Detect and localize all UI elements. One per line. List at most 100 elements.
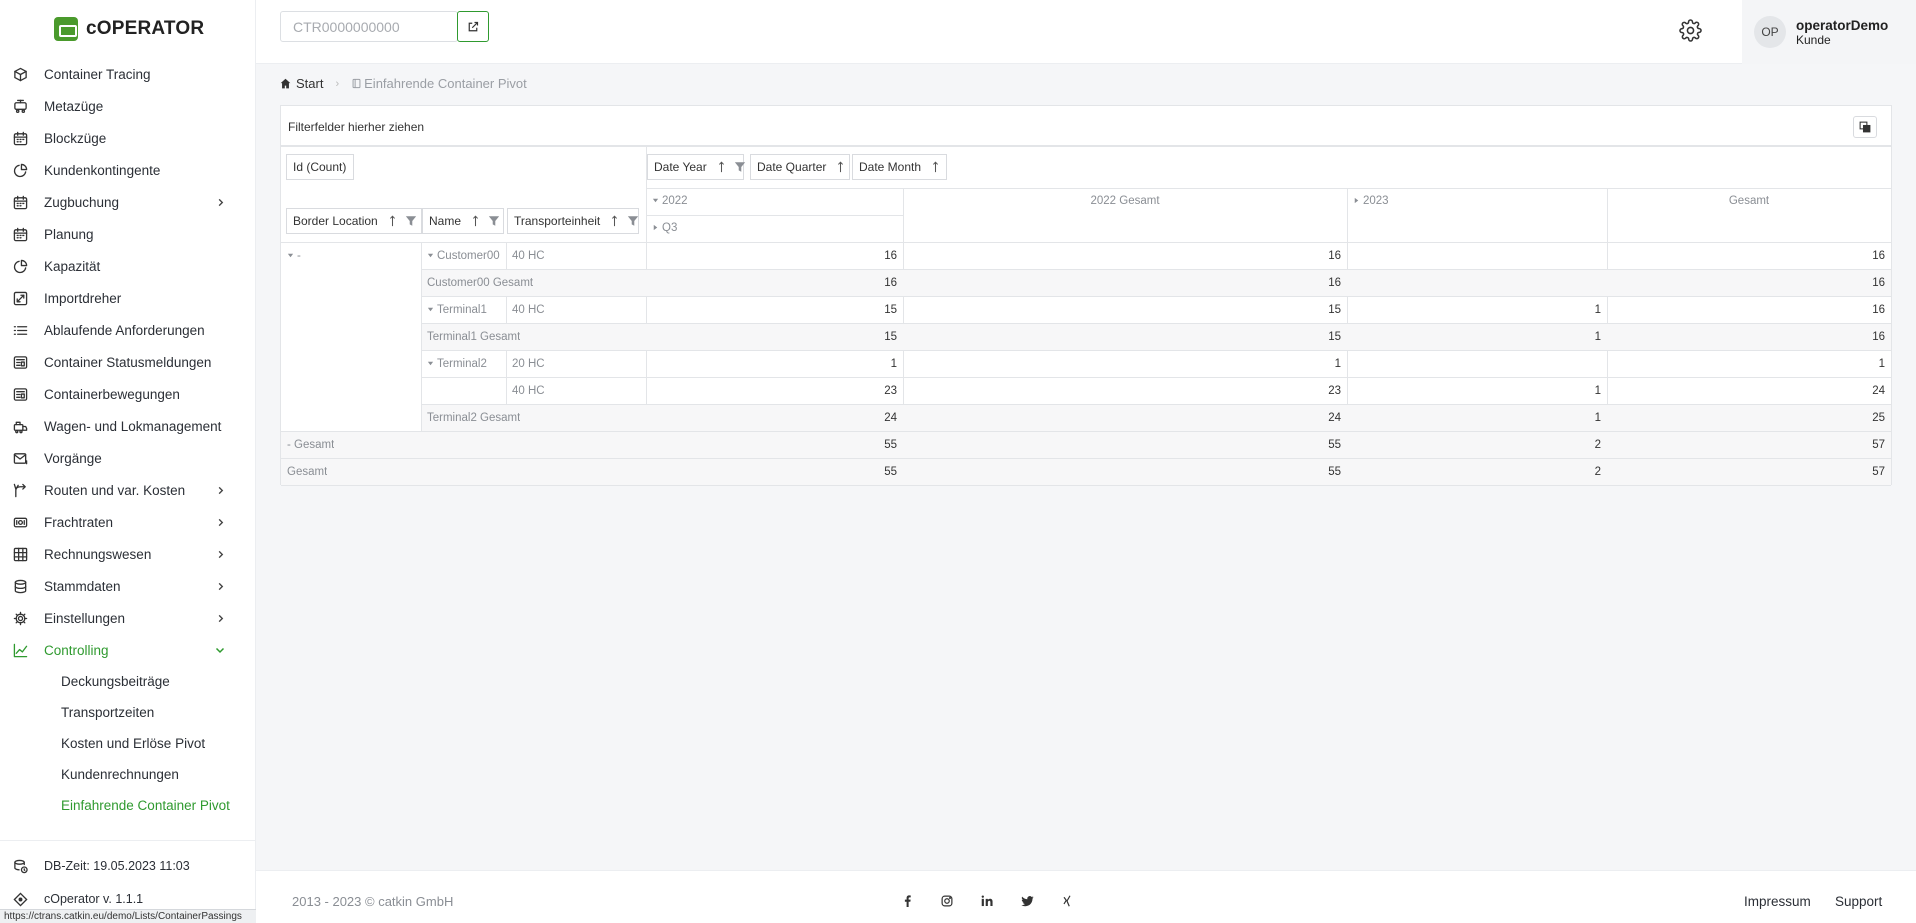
user-menu[interactable]: OP operatorDemo Kunde [1742,0,1916,64]
sidebar-item-metazüge[interactable]: Metazüge [0,90,255,122]
data-cell[interactable]: 15 [903,331,1347,343]
data-cell[interactable]: 25 [1607,412,1891,424]
sidebar-item-rechnungswesen[interactable]: Rechnungswesen [0,538,255,570]
data-cell[interactable]: 2 [1347,466,1607,478]
field-chooser-button[interactable] [1853,116,1877,138]
data-cell[interactable]: 16 [1607,277,1891,289]
filter-icon[interactable] [622,215,639,227]
grid-icon [12,546,28,562]
data-cell[interactable]: 23 [903,385,1347,397]
column-field-date-month[interactable]: Date Month [852,154,947,180]
sidebar-item-vorgänge[interactable]: Vorgänge [0,442,255,474]
data-cell[interactable]: 16 [646,250,903,262]
sidebar-item-frachtraten[interactable]: Frachtraten [0,506,255,538]
row-field-name[interactable]: Name [422,208,504,234]
sidebar-item-routen-und-var-kosten[interactable]: Routen und var. Kosten [0,474,255,506]
sidebar-item-kapazität[interactable]: Kapazität [0,250,255,282]
pivot-field-label: Id (Count) [293,160,347,174]
version: cOperator v. 1.1.1 [12,891,143,907]
support-link[interactable]: Support [1835,894,1882,909]
column-field-date-quarter[interactable]: Date Quarter [750,154,850,180]
data-cell[interactable]: 16 [646,277,903,289]
breadcrumb-home[interactable]: Start [280,76,323,91]
row-header-name[interactable]: Customer00 [427,250,500,262]
data-cell[interactable]: 1 [903,358,1347,370]
sidebar-item-planung[interactable]: Planung [0,218,255,250]
data-cell[interactable]: 16 [1607,250,1891,262]
sidebar-item-containerbewegungen[interactable]: Containerbewegungen [0,378,255,410]
chevron-right-icon [215,581,225,591]
data-cell[interactable]: 2 [1347,439,1607,451]
row-total-label: Gesamt [287,466,328,478]
sidebar-item-ablaufende-anforderungen[interactable]: Ablaufende Anforderungen [0,314,255,346]
col-header-2022[interactable]: 2022 [652,195,688,207]
db-time: DB-Zeit: 19.05.2023 11:03 [12,858,190,874]
data-cell[interactable]: 1 [1347,412,1607,424]
data-cell[interactable]: 1 [1607,358,1891,370]
sidebar-item-zugbuchung[interactable]: Zugbuchung [0,186,255,218]
data-cell[interactable]: 24 [646,412,903,424]
impressum-link[interactable]: Impressum [1744,894,1811,909]
col-header-q3[interactable]: Q3 [652,222,677,234]
filter-icon[interactable] [483,215,500,227]
row-header-name[interactable]: Terminal1 [427,304,487,316]
data-cell[interactable]: 1 [1347,385,1607,397]
data-cell[interactable]: 15 [646,304,903,316]
sidebar-item-importdreher[interactable]: Importdreher [0,282,255,314]
data-cell[interactable]: 55 [903,466,1347,478]
data-cell[interactable]: 16 [1607,331,1891,343]
row-field-transporteinheit[interactable]: Transporteinheit [507,208,639,234]
controlling-subitem[interactable]: Kosten und Erlöse Pivot [0,728,255,759]
data-cell[interactable]: 16 [903,250,1347,262]
data-cell[interactable]: 57 [1607,466,1891,478]
linkedin-icon[interactable] [980,894,994,908]
data-cell[interactable]: 24 [1607,385,1891,397]
col-header-2023[interactable]: 2023 [1353,195,1389,207]
data-cell[interactable]: 1 [646,358,903,370]
filter-icon[interactable] [400,215,417,227]
data-cell[interactable]: 16 [903,277,1347,289]
sidebar-item-label: Frachtraten [44,514,114,530]
sidebar-item-kundenkontingente[interactable]: Kundenkontingente [0,154,255,186]
data-cell[interactable]: 23 [646,385,903,397]
data-field-chip[interactable]: Id (Count) [286,154,354,180]
pie-icon [12,258,28,274]
controlling-subitem[interactable]: Transportzeiten [0,697,255,728]
instagram-icon[interactable] [940,894,954,908]
container-search-input[interactable] [280,11,458,42]
data-cell[interactable]: 57 [1607,439,1891,451]
sidebar-item-controlling[interactable]: Controlling [0,634,255,666]
twitter-icon[interactable] [1020,894,1034,908]
controlling-subitem[interactable]: Deckungsbeiträge [0,666,255,697]
sidebar-item-einstellungen[interactable]: Einstellungen [0,602,255,634]
controlling-subitem[interactable]: Einfahrende Container Pivot [0,790,255,821]
xing-icon[interactable] [1060,894,1074,908]
data-cell[interactable]: 24 [903,412,1347,424]
sidebar-item-stammdaten[interactable]: Stammdaten [0,570,255,602]
row-field-border-location[interactable]: Border Location [286,208,422,234]
data-cell[interactable]: 1 [1347,304,1607,316]
data-cell[interactable]: 16 [1607,304,1891,316]
row-header-location[interactable]: - [287,250,301,262]
data-cell[interactable]: 55 [646,466,903,478]
sidebar-item-wagen-und-lokmanagement[interactable]: Wagen- und Lokmanagement [0,410,255,442]
open-container-button[interactable] [457,11,489,42]
chart-icon [12,642,28,658]
row-header-name[interactable]: Terminal2 [427,358,487,370]
data-cell[interactable]: 55 [903,439,1347,451]
settings-gear-icon[interactable] [1678,18,1702,42]
brand[interactable]: cOPERATOR [0,0,255,58]
controlling-subitem[interactable]: Kundenrechnungen [0,759,255,790]
data-cell[interactable]: 1 [1347,331,1607,343]
data-cell[interactable]: 55 [646,439,903,451]
filter-icon[interactable] [729,161,746,173]
column-field-date-year[interactable]: Date Year [647,154,746,180]
sidebar-item-label: Ablaufende Anforderungen [44,322,205,338]
sidebar-item-container-tracing[interactable]: Container Tracing [0,58,255,90]
sidebar-item-blockzüge[interactable]: Blockzüge [0,122,255,154]
data-cell[interactable]: 15 [903,304,1347,316]
sidebar-item-container-statusmeldungen[interactable]: Container Statusmeldungen [0,346,255,378]
data-cell[interactable]: 15 [646,331,903,343]
pivot-filter-area[interactable]: Filterfelder hierher ziehen [281,106,1891,146]
facebook-icon[interactable] [900,894,914,908]
